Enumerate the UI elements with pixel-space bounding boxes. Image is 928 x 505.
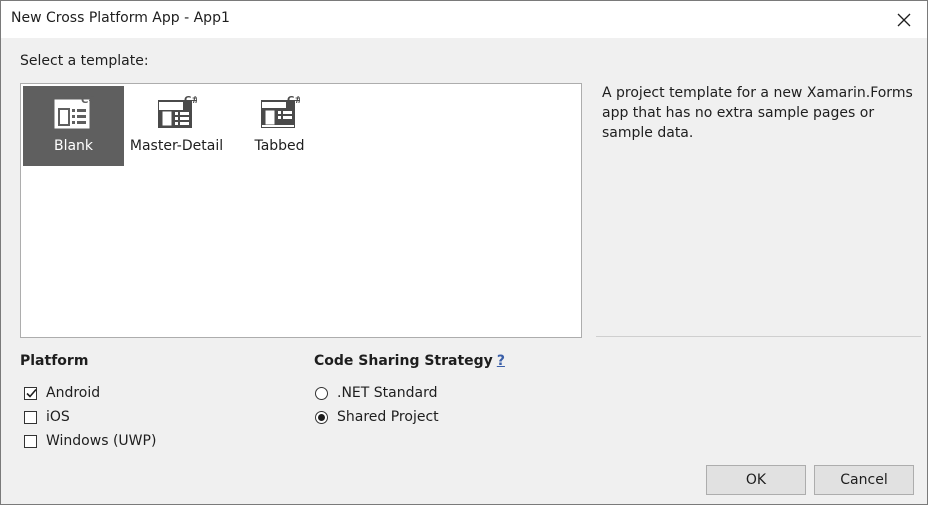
platform-heading: Platform	[20, 353, 89, 369]
window-title: New Cross Platform App - App1	[11, 10, 230, 26]
code-sharing-heading: Code Sharing Strategy?	[314, 353, 505, 369]
help-link[interactable]: ?	[497, 353, 505, 369]
csharp-badge: C#	[81, 95, 94, 106]
checkbox-label: Windows (UWP)	[46, 433, 157, 449]
cancel-button[interactable]: Cancel	[814, 465, 914, 495]
platform-ios-checkbox[interactable]: iOS	[24, 407, 70, 427]
strategy-shared-project-radio[interactable]: Shared Project	[315, 407, 439, 427]
master-detail-template-icon: C#	[157, 95, 199, 128]
radio-button[interactable]	[315, 386, 328, 400]
tabbed-template-icon: C#	[260, 95, 302, 128]
template-label: Blank	[53, 138, 94, 154]
new-project-dialog: New Cross Platform App - App1 Select a t…	[0, 0, 928, 505]
checkbox-label: iOS	[46, 409, 70, 425]
radio-button[interactable]	[315, 410, 328, 424]
code-sharing-heading-text: Code Sharing Strategy	[314, 353, 493, 369]
csharp-badge: C#	[184, 95, 197, 106]
template-master-detail[interactable]: C# Master-Detail	[126, 86, 227, 166]
template-list[interactable]: C# Blank C# Mast	[20, 83, 582, 338]
checkbox-box[interactable]	[24, 434, 37, 448]
checkbox-label: Android	[46, 385, 101, 401]
platform-android-checkbox[interactable]: Android	[24, 383, 100, 403]
title-bar: New Cross Platform App - App1	[1, 1, 927, 38]
close-button[interactable]	[881, 1, 927, 38]
template-tabbed[interactable]: C# Tabbed	[229, 86, 330, 166]
close-icon	[897, 13, 911, 26]
checkbox-box[interactable]	[24, 410, 37, 424]
checkbox-box[interactable]	[24, 386, 37, 400]
blank-template-icon: C#	[54, 95, 96, 129]
radio-label: .NET Standard	[337, 385, 438, 401]
checkmark-icon	[26, 388, 37, 398]
platform-uwp-checkbox[interactable]: Windows (UWP)	[24, 431, 156, 451]
template-label: Master-Detail	[129, 138, 224, 154]
divider	[596, 336, 921, 337]
template-blank[interactable]: C# Blank	[23, 86, 124, 166]
radio-label: Shared Project	[337, 409, 439, 425]
template-description: A project template for a new Xamarin.For…	[602, 85, 913, 141]
select-template-label: Select a template:	[20, 53, 149, 69]
ok-button[interactable]: OK	[706, 465, 806, 495]
csharp-badge: C#	[287, 95, 300, 106]
strategy-net-standard-radio[interactable]: .NET Standard	[315, 383, 437, 403]
template-label: Tabbed	[254, 138, 305, 154]
